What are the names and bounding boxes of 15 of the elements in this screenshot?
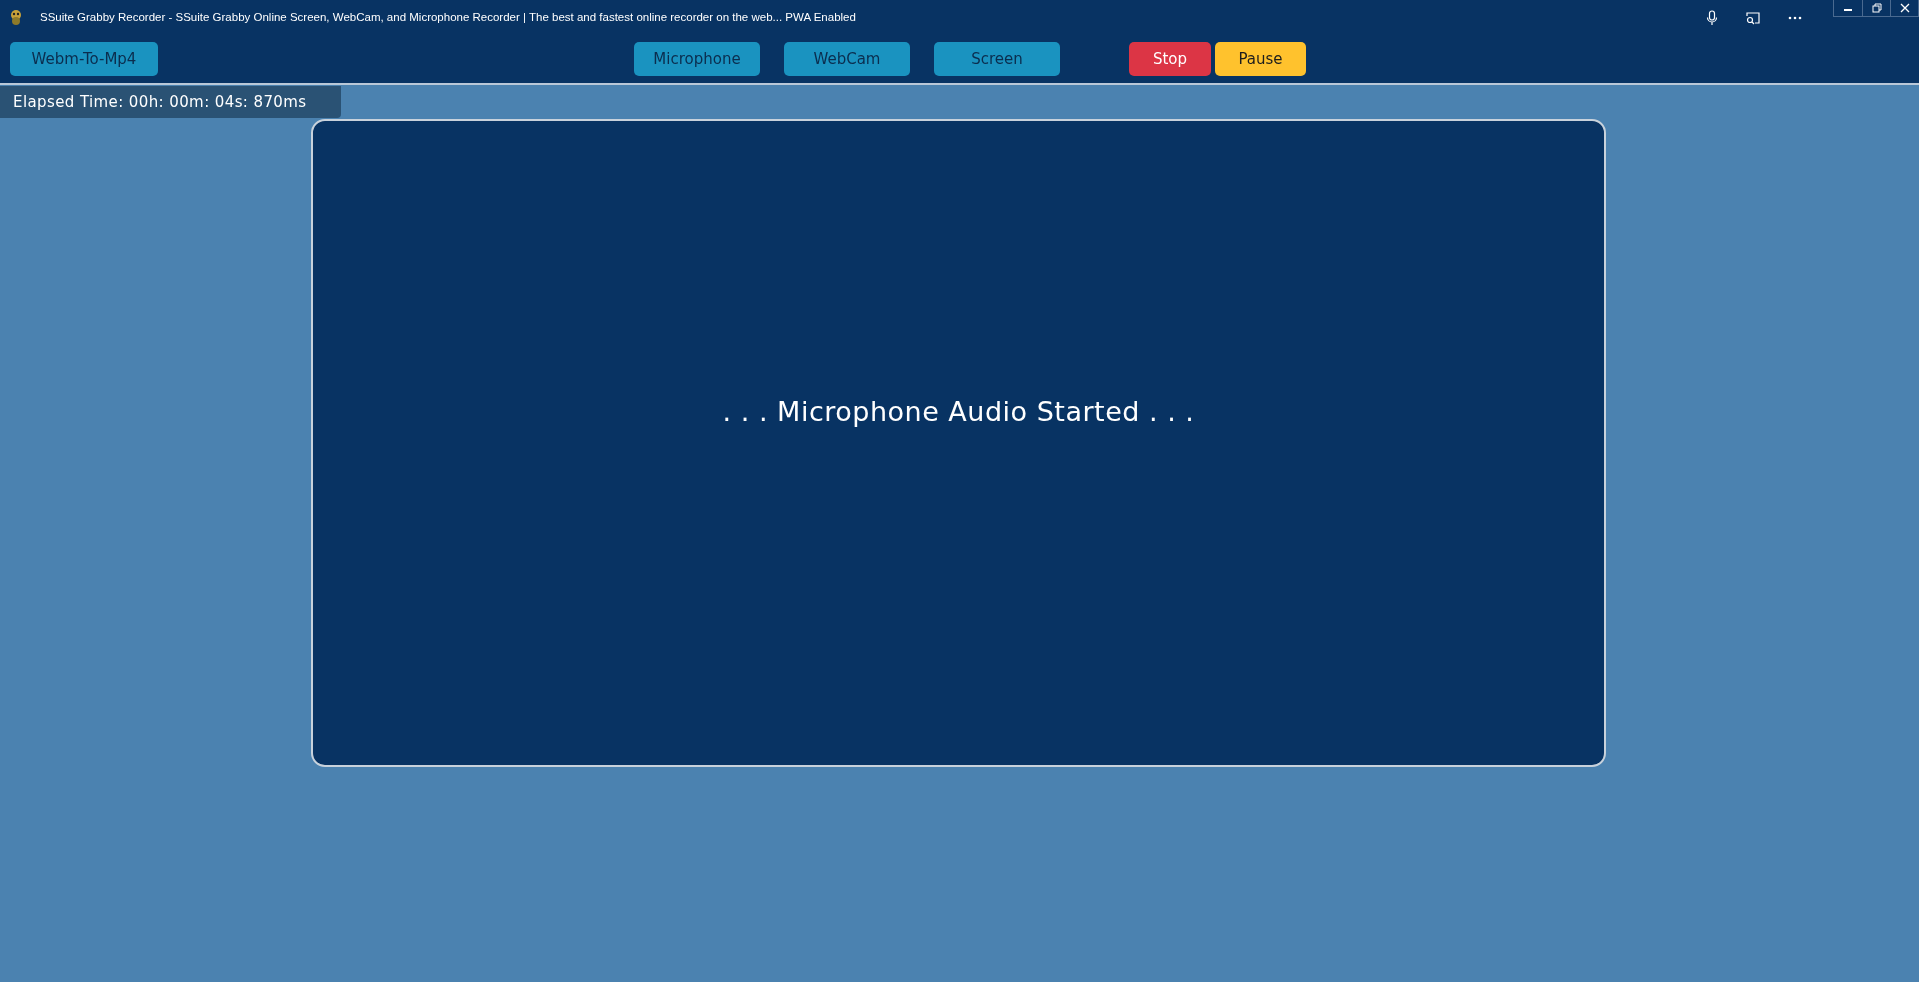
window-title: SSuite Grabby Recorder - SSuite Grabby Online Screen, WebCam, and Microphone Recorder | The best and fastest online recorder on the web... PWA Enabled [40,11,856,23]
pause-button[interactable]: Pause [1215,42,1306,76]
restore-icon [1871,3,1882,13]
convert-button[interactable]: Webm-To-Mp4 [10,42,158,76]
close-icon [1899,3,1910,13]
source-button[interactable]: Screen [934,42,1060,76]
source-button[interactable]: WebCam [784,42,910,76]
status-message: . . . Microphone Audio Started . . . [722,395,1195,427]
microphone-icon[interactable] [1706,10,1718,26]
app-icon [9,9,23,25]
elapsed-time: Elapsed Time: 00h: 00m: 04s: 870ms [0,86,341,118]
cast-icon[interactable] [1745,11,1761,25]
source-button[interactable]: Microphone [634,42,760,76]
stop-button[interactable]: Stop [1129,42,1211,76]
more-icon[interactable] [1788,16,1802,20]
